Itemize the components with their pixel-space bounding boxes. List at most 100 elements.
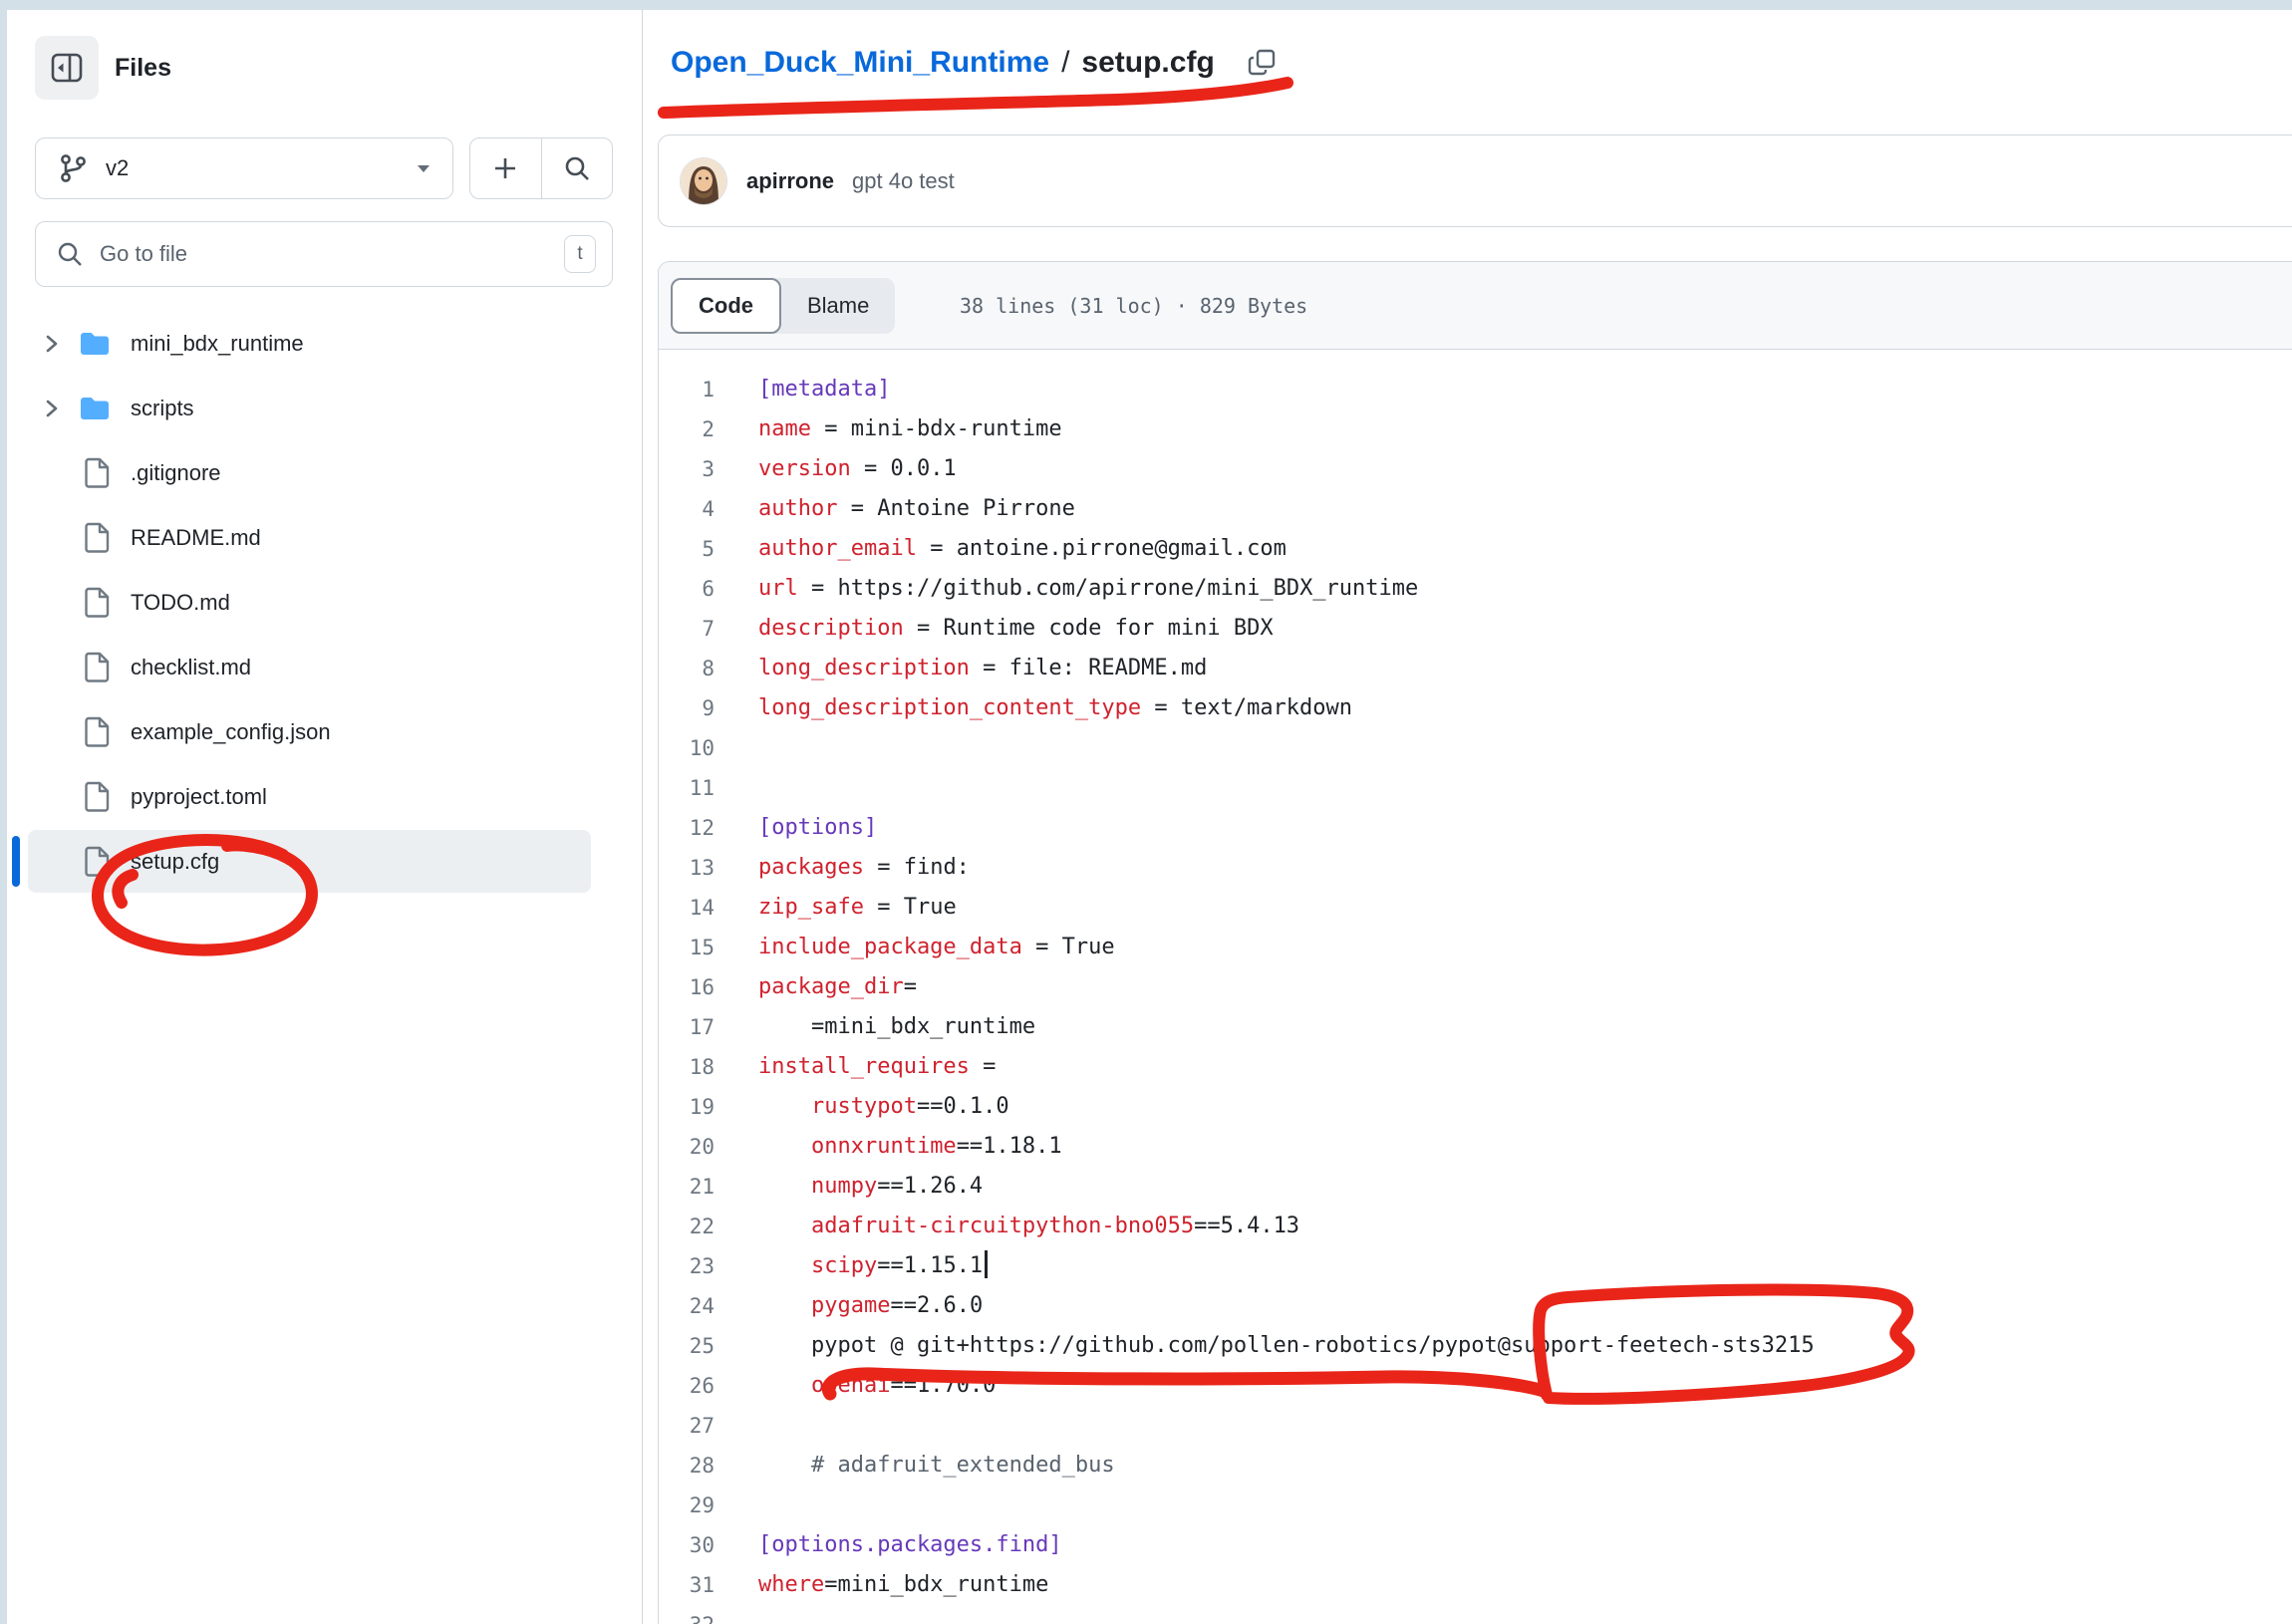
tab-blame[interactable]: Blame <box>781 278 895 334</box>
code-line-19: 19 rustypot==0.1.0 <box>659 1087 2292 1127</box>
commit-message-link[interactable]: gpt 4o test <box>852 168 955 194</box>
line-number[interactable]: 4 <box>659 489 758 529</box>
code-line-16: 16package_dir= <box>659 967 2292 1007</box>
line-content <box>758 768 2292 808</box>
line-number[interactable]: 8 <box>659 649 758 688</box>
line-content <box>758 1605 2292 1624</box>
line-number[interactable]: 5 <box>659 529 758 569</box>
go-to-file-placeholder: Go to file <box>100 241 564 267</box>
code-listing: 1[metadata]2name = mini-bdx-runtime3vers… <box>659 350 2292 1624</box>
line-number[interactable]: 32 <box>659 1605 758 1624</box>
tree-item-README.md[interactable]: README.md <box>7 505 642 570</box>
line-content: pypot @ git+https://github.com/pollen-ro… <box>758 1326 2292 1366</box>
line-number[interactable]: 2 <box>659 409 758 449</box>
line-number[interactable]: 24 <box>659 1286 758 1326</box>
file-icon <box>85 652 111 682</box>
tree-item-mini_bdx_runtime[interactable]: mini_bdx_runtime <box>7 311 642 376</box>
tree-item-label: setup.cfg <box>131 849 219 875</box>
line-number[interactable]: 30 <box>659 1525 758 1565</box>
code-line-4: 4author = Antoine Pirrone <box>659 489 2292 529</box>
breadcrumb-file-name: setup.cfg <box>1081 46 1214 80</box>
breadcrumb-separator: / <box>1061 46 1069 80</box>
line-content: url = https://github.com/apirrone/mini_B… <box>758 569 2292 609</box>
branch-selector[interactable]: v2 <box>35 137 453 199</box>
line-content <box>758 728 2292 768</box>
search-icon <box>563 154 591 182</box>
text-cursor <box>985 1250 988 1278</box>
line-number[interactable]: 9 <box>659 688 758 728</box>
code-line-28: 28 # adafruit_extended_bus <box>659 1446 2292 1486</box>
line-number[interactable]: 14 <box>659 888 758 928</box>
line-number[interactable]: 13 <box>659 848 758 888</box>
line-number[interactable]: 3 <box>659 449 758 489</box>
line-content: author = Antoine Pirrone <box>758 489 2292 529</box>
file-icon <box>85 781 111 812</box>
line-content: [metadata] <box>758 370 2292 409</box>
tree-item-setup.cfg[interactable]: setup.cfg <box>7 829 642 894</box>
search-this-repository-button[interactable] <box>541 138 613 198</box>
go-to-file-input[interactable]: Go to file t <box>35 221 613 287</box>
line-number[interactable]: 18 <box>659 1047 758 1087</box>
line-content: onnxruntime==1.18.1 <box>758 1127 2292 1167</box>
new-file-button[interactable] <box>470 138 541 198</box>
tree-item-scripts[interactable]: scripts <box>7 376 642 440</box>
line-number[interactable]: 26 <box>659 1366 758 1406</box>
tree-item-example_config.json[interactable]: example_config.json <box>7 699 642 764</box>
left-strip <box>0 0 7 1624</box>
line-number[interactable]: 22 <box>659 1207 758 1246</box>
file-stats: 38 lines (31 loc) · 829 Bytes <box>960 262 1307 350</box>
github-file-view: Files v2 <box>0 0 2292 1624</box>
tree-item-label: checklist.md <box>131 655 251 680</box>
tree-item-pyproject.toml[interactable]: pyproject.toml <box>7 764 642 829</box>
line-number[interactable]: 7 <box>659 609 758 649</box>
files-sidebar: Files v2 <box>7 10 643 1624</box>
line-number[interactable]: 23 <box>659 1246 758 1286</box>
line-number[interactable]: 20 <box>659 1127 758 1167</box>
line-number[interactable]: 15 <box>659 928 758 967</box>
line-number[interactable]: 28 <box>659 1446 758 1486</box>
line-number[interactable]: 16 <box>659 967 758 1007</box>
line-number[interactable]: 1 <box>659 370 758 409</box>
line-content <box>758 1406 2292 1446</box>
line-content: [options.packages.find] <box>758 1525 2292 1565</box>
collapse-file-tree-button[interactable] <box>35 36 99 100</box>
plus-icon <box>492 155 518 181</box>
tab-code[interactable]: Code <box>671 278 781 334</box>
file-icon <box>85 716 111 747</box>
code-line-27: 27 <box>659 1406 2292 1446</box>
line-content: where=mini_bdx_runtime <box>758 1565 2292 1605</box>
line-content: zip_safe = True <box>758 888 2292 928</box>
avatar[interactable] <box>681 158 726 204</box>
code-line-11: 11 <box>659 768 2292 808</box>
line-number[interactable]: 27 <box>659 1406 758 1446</box>
line-number[interactable]: 31 <box>659 1565 758 1605</box>
line-number[interactable]: 17 <box>659 1007 758 1047</box>
code-line-5: 5author_email = antoine.pirrone@gmail.co… <box>659 529 2292 569</box>
line-content: include_package_data = True <box>758 928 2292 967</box>
chevron-down-icon <box>417 164 430 173</box>
tree-item-.gitignore[interactable]: .gitignore <box>7 440 642 505</box>
line-number[interactable]: 19 <box>659 1087 758 1127</box>
code-line-25: 25 pypot @ git+https://github.com/pollen… <box>659 1326 2292 1366</box>
breadcrumb: Open_Duck_Mini_Runtime / setup.cfg <box>671 40 1283 86</box>
commit-author-link[interactable]: apirrone <box>746 168 834 194</box>
line-content: scipy==1.15.1 <box>758 1246 2292 1286</box>
code-line-6: 6url = https://github.com/apirrone/mini_… <box>659 569 2292 609</box>
breadcrumb-repo-link[interactable]: Open_Duck_Mini_Runtime <box>671 46 1049 80</box>
tree-item-checklist.md[interactable]: checklist.md <box>7 635 642 699</box>
line-content: version = 0.0.1 <box>758 449 2292 489</box>
line-number[interactable]: 10 <box>659 728 758 768</box>
line-number[interactable]: 12 <box>659 808 758 848</box>
line-number[interactable]: 6 <box>659 569 758 609</box>
copy-path-button[interactable] <box>1241 42 1283 84</box>
line-number[interactable]: 25 <box>659 1326 758 1366</box>
line-number[interactable]: 29 <box>659 1486 758 1525</box>
line-content: rustypot==0.1.0 <box>758 1087 2292 1127</box>
code-line-30: 30[options.packages.find] <box>659 1525 2292 1565</box>
line-number[interactable]: 21 <box>659 1167 758 1207</box>
code-line-12: 12[options] <box>659 808 2292 848</box>
tree-item-TODO.md[interactable]: TODO.md <box>7 570 642 635</box>
folder-icon <box>79 396 111 421</box>
line-number[interactable]: 11 <box>659 768 758 808</box>
line-content: openai==1.70.0 <box>758 1366 2292 1406</box>
